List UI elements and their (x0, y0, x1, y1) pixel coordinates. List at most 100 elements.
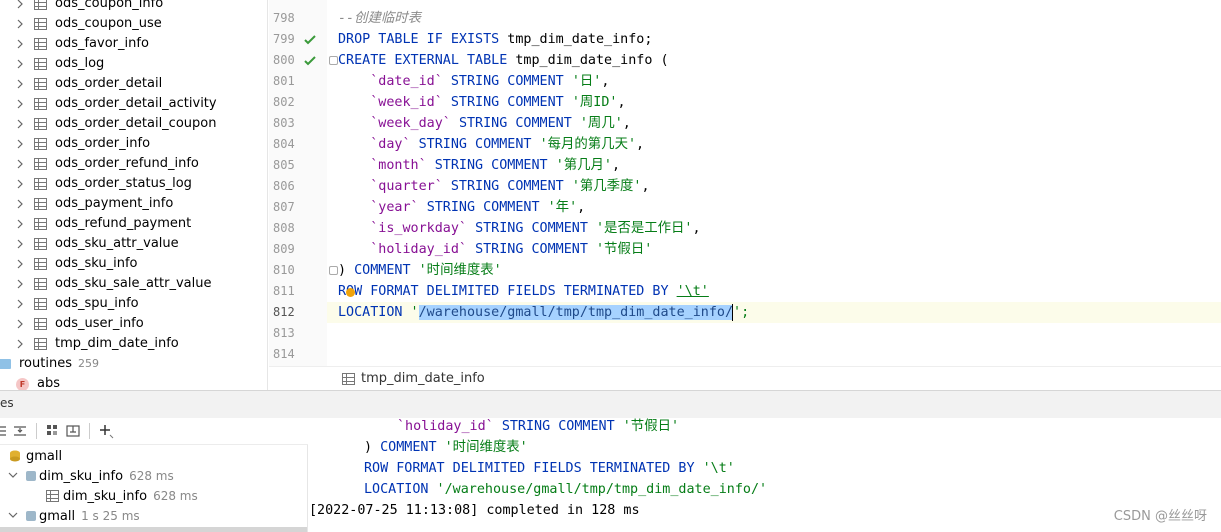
tree-item-table[interactable]: ods_coupon_info (0, 0, 267, 14)
service-root[interactable]: gmall (8, 446, 62, 466)
service-item-label: gmall (39, 508, 76, 524)
chevron-down-icon[interactable] (8, 469, 18, 484)
column-definition: `day` STRING COMMENT '每月的第几天', (370, 137, 645, 152)
chevron-right-icon[interactable] (15, 299, 25, 309)
fold-marker-icon[interactable] (329, 56, 338, 65)
query-output-console[interactable]: `holiday_id` STRING COMMENT '节假日' ) COMM… (309, 418, 1221, 532)
tree-item-routines[interactable]: routines 259 (0, 354, 267, 374)
table-label: ods_favor_info (55, 36, 149, 51)
table-icon (34, 38, 47, 50)
line-number: 803 (273, 116, 295, 130)
add-service-icon[interactable] (96, 421, 116, 441)
session-icon (26, 471, 36, 481)
column-definition: `date_id` STRING COMMENT '日', (370, 74, 610, 89)
tree-item-table[interactable]: ods_payment_info (0, 194, 267, 214)
pin-tab-icon[interactable] (63, 421, 83, 441)
chevron-right-icon[interactable] (15, 79, 25, 89)
chevron-right-icon[interactable] (15, 139, 25, 149)
chevron-right-icon[interactable] (15, 279, 25, 289)
tree-item-table[interactable]: ods_log (0, 54, 267, 74)
group-by-icon[interactable] (43, 421, 63, 441)
table-label: ods_sku_sale_attr_value (55, 276, 212, 291)
line-number: 808 (273, 221, 295, 235)
tree-item-table[interactable]: ods_sku_info (0, 254, 267, 274)
tree-item-table[interactable]: ods_order_detail_coupon (0, 114, 267, 134)
database-icon (10, 450, 20, 462)
table-label: ods_refund_payment (55, 216, 192, 231)
chevron-right-icon[interactable] (15, 0, 25, 9)
tree-item-table[interactable]: ods_spu_info (0, 294, 267, 314)
table-label: ods_log (55, 56, 105, 71)
column-definition: `quarter` STRING COMMENT '第几季度', (370, 179, 650, 194)
line-number: 805 (273, 158, 295, 172)
table-icon (34, 258, 47, 270)
chevron-right-icon[interactable] (15, 219, 25, 229)
table-icon (34, 318, 47, 330)
table-icon (34, 118, 47, 130)
table-label: ods_user_info (55, 316, 144, 331)
tree-item-table[interactable]: ods_order_info (0, 134, 267, 154)
routines-label: routines 259 (19, 356, 99, 371)
table-label: ods_payment_info (55, 196, 174, 211)
tree-item-table[interactable]: ods_favor_info (0, 34, 267, 54)
session-icon (26, 511, 36, 521)
editor-gutter: 798 799 800 801 802 803 804 805 806 807 808 809 810 8… (269, 0, 338, 366)
table-icon (34, 138, 47, 150)
table-icon (34, 298, 47, 310)
chevron-right-icon[interactable] (15, 259, 25, 269)
chevron-right-icon[interactable] (15, 239, 25, 249)
code-line: ROW FORMAT DELIMITED FIELDS TERMINATED B… (338, 284, 709, 299)
service-item[interactable]: dim_sku_info 628 ms (46, 486, 198, 506)
expand-all-icon[interactable] (0, 421, 10, 441)
tree-item-table[interactable]: ods_order_detail (0, 74, 267, 94)
line-number: 807 (273, 200, 295, 214)
line-number: 809 (273, 242, 295, 256)
chevron-right-icon[interactable] (15, 59, 25, 69)
chevron-down-icon[interactable] (8, 509, 18, 524)
tree-item-table[interactable]: ods_order_detail_activity (0, 94, 267, 114)
fold-marker-icon[interactable] (329, 266, 338, 275)
service-root-label: gmall (26, 448, 63, 464)
output-line: ROW FORMAT DELIMITED FIELDS TERMINATED B… (364, 461, 735, 476)
chevron-right-icon[interactable] (15, 19, 25, 29)
table-label: ods_order_detail (55, 76, 163, 91)
watermark: CSDN @丝丝呀 (1113, 509, 1207, 524)
tree-item-table[interactable]: ods_order_status_log (0, 174, 267, 194)
tree-item-table[interactable]: tmp_dim_date_info (0, 334, 267, 354)
table-icon (342, 372, 355, 385)
chevron-right-icon[interactable] (15, 339, 25, 349)
intention-bulb-icon[interactable] (346, 288, 355, 297)
chevron-right-icon[interactable] (15, 159, 25, 169)
tree-item-table[interactable]: ods_user_info (0, 314, 267, 334)
tree-item-table[interactable]: ods_order_refund_info (0, 154, 267, 174)
line-number: 798 (273, 11, 295, 25)
collapse-all-icon[interactable] (10, 421, 30, 441)
table-icon (34, 338, 47, 350)
chevron-right-icon[interactable] (15, 199, 25, 209)
table-icon (34, 18, 47, 30)
column-definition: `week_day` STRING COMMENT '周几', (370, 116, 631, 131)
line-number: 814 (273, 347, 295, 361)
chevron-right-icon[interactable] (15, 39, 25, 49)
table-label: ods_coupon_use (55, 16, 162, 31)
tree-item-table[interactable]: ods_refund_payment (0, 214, 267, 234)
column-definition: `is_workday` STRING COMMENT '是否是工作日', (370, 221, 701, 236)
sql-editor[interactable]: 798 799 800 801 802 803 804 805 806 807 808 809 810 8… (269, 0, 1221, 366)
chevron-right-icon[interactable] (15, 99, 25, 109)
service-item[interactable]: gmall 1 s 25 ms (8, 506, 140, 526)
line-number: 812 (273, 305, 295, 319)
column-definition: `month` STRING COMMENT '第几月', (370, 158, 621, 173)
table-label: ods_order_info (55, 136, 151, 151)
service-item[interactable]: dim_sku_info 628 ms (8, 466, 174, 486)
chevron-right-icon[interactable] (15, 119, 25, 129)
tree-item-table[interactable]: ods_sku_sale_attr_value (0, 274, 267, 294)
chevron-right-icon[interactable] (15, 179, 25, 189)
comment-line: --创建临时表 (338, 11, 422, 26)
check-icon (304, 56, 316, 66)
chevron-right-icon[interactable] (15, 319, 25, 329)
output-status-line: [2022-07-25 11:13:08] completed in 128 m… (309, 503, 640, 518)
tree-item-table[interactable]: ods_sku_attr_value (0, 234, 267, 254)
tree-item-table[interactable]: ods_coupon_use (0, 14, 267, 34)
code-line: ) COMMENT '时间维度表' (338, 263, 502, 278)
editor-context-tab[interactable]: tmp_dim_date_info (342, 371, 485, 386)
